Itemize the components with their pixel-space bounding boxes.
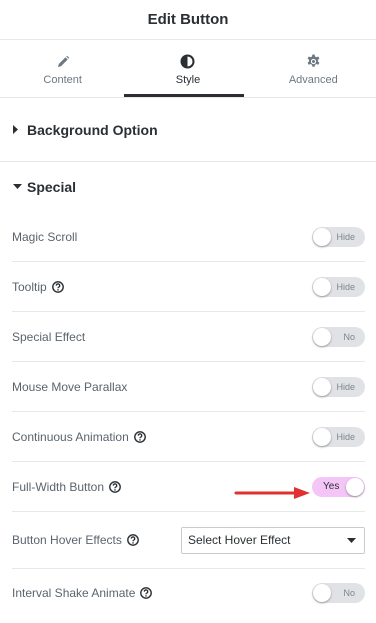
control-special-effect: Special Effect No [12,312,365,362]
toggle-state: No [343,588,355,598]
tab-content[interactable]: Content [0,40,125,97]
pencil-icon [55,54,71,70]
help-icon[interactable] [51,280,64,293]
control-continuous-animation: Continuous Animation Hide [12,412,365,462]
toggle-knob [313,377,331,396]
control-label: Tooltip [12,280,64,294]
help-icon[interactable] [126,534,139,546]
caret-down-icon [13,184,25,190]
control-label: Mouse Move Parallax [12,379,128,394]
control-label: Interval Shake Animate [12,586,153,600]
help-icon[interactable] [133,430,146,443]
help-icon[interactable] [140,587,153,599]
section-background-option[interactable]: Background Option [0,98,376,162]
continuous-animation-toggle[interactable]: Hide [312,426,365,447]
toggle-state: Yes [323,480,340,492]
active-tab-indicator [124,94,244,97]
tab-style-label: Style [175,73,201,86]
magic-scroll-toggle[interactable]: Hide [312,226,365,247]
control-label: Button Hover Effects [12,533,139,547]
panel-header: Edit Button [0,0,376,40]
toggle-knob [346,477,364,496]
tab-advanced[interactable]: Advanced [251,40,376,97]
control-label: Continuous Animation [12,430,146,444]
toggle-knob [313,327,331,346]
help-icon[interactable] [109,480,121,493]
interval-shake-animate-toggle[interactable]: No [312,583,365,603]
control-label: Full-Width Button [12,480,121,494]
select-value: Select Hover Effect [188,533,291,547]
section-special[interactable]: Special [0,162,376,212]
toggle-state: Hide [336,281,355,292]
toggle-state: No [343,331,355,342]
toggle-state: Hide [336,381,355,392]
full-width-button-toggle[interactable]: Yes [312,476,365,497]
control-magic-scroll: Magic Scroll Hide [12,212,365,262]
caret-right-icon [13,125,25,134]
toggle-knob [313,427,331,446]
toggle-knob [313,277,331,296]
tooltip-toggle[interactable]: Hide [312,276,365,297]
hover-effect-select[interactable]: Select Hover Effect [181,526,365,554]
section-background-title: Background Option [27,121,158,138]
special-effect-toggle[interactable]: No [312,326,365,347]
toggle-knob [313,227,331,246]
control-label: Special Effect [12,329,86,344]
special-controls: Magic Scroll Hide Tooltip Hide Special E… [0,212,376,617]
annotation-arrow-icon [234,487,310,499]
tab-content-label: Content [43,73,82,86]
control-tooltip: Tooltip Hide [12,262,365,312]
control-mouse-move-parallax: Mouse Move Parallax Hide [12,362,365,412]
control-button-hover-effects: Button Hover Effects Select Hover Effect [12,512,365,569]
tab-advanced-label: Advanced [288,73,338,86]
panel-title: Edit Button [147,11,229,28]
control-label: Magic Scroll [12,229,78,244]
gear-icon [305,54,321,70]
control-interval-shake-animate: Interval Shake Animate No [12,569,365,617]
mouse-move-parallax-toggle[interactable]: Hide [312,376,365,397]
chevron-down-icon [347,537,357,543]
tab-bar: Content Style Advanced [0,40,376,98]
toggle-state: Hide [336,431,355,442]
section-special-title: Special [27,179,77,195]
toggle-knob [313,584,331,602]
toggle-state: Hide [336,231,355,242]
tab-style[interactable]: Style [125,40,250,97]
half-circle-icon [180,54,196,70]
